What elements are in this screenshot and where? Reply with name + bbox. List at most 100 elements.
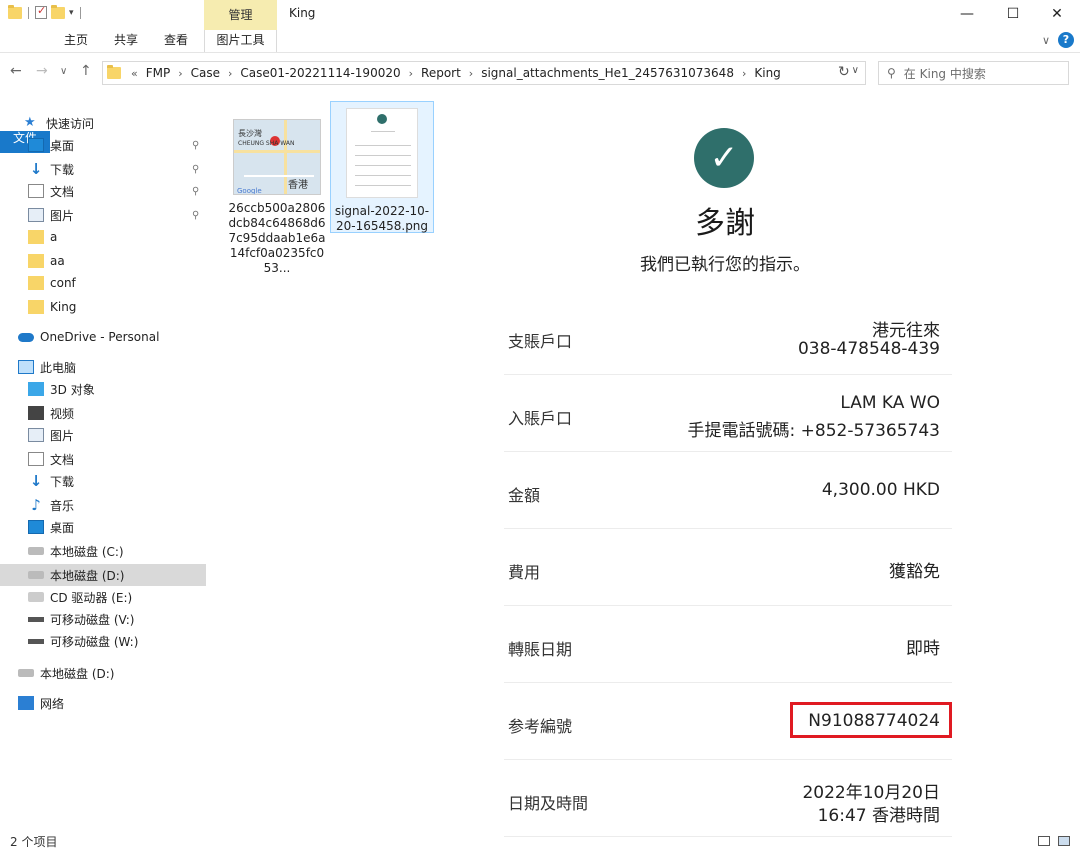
tab-home[interactable]: 主页	[54, 30, 98, 52]
file-item-signal-png[interactable]: signal-2022-10-20-165458.png	[330, 101, 434, 233]
pin-icon[interactable]: ⚲	[192, 186, 199, 197]
breadcrumb-chevron-icon[interactable]: ›	[738, 67, 750, 80]
breadcrumb-chevron-icon[interactable]: ›	[224, 67, 236, 80]
confirmation-title: 多謝	[695, 206, 755, 241]
sidebar-item[interactable]: King	[0, 296, 206, 318]
sidebar-item-label: conf	[50, 276, 76, 290]
back-arrow-icon[interactable]: ←	[10, 63, 22, 79]
sidebar-item-label: 桌面	[50, 520, 75, 535]
status-item-count: 2 个项目	[10, 835, 58, 849]
sidebar-item[interactable]: 图片 ⚲	[0, 204, 206, 226]
sidebar-item[interactable]: 此电脑	[0, 356, 206, 378]
properties-icon[interactable]	[35, 4, 47, 19]
detail-row: 日期及時間 2022年10月20日 16:47 香港時間	[504, 760, 952, 837]
cd-drive-icon	[28, 592, 44, 602]
title-bar: ▾ 管理 King — ☐ ✕	[0, 0, 1080, 30]
breadcrumb-item[interactable]: Case01-20221114-190020	[236, 66, 404, 80]
refresh-icon[interactable]: ↻	[838, 64, 850, 80]
forward-arrow-icon[interactable]: →	[36, 63, 48, 79]
sidebar-item[interactable]: aa	[0, 250, 206, 272]
sidebar-item[interactable]: 可移动磁盘 (W:)	[0, 630, 206, 652]
sidebar-item[interactable]: OneDrive - Personal	[0, 326, 206, 348]
address-dropdown-icon[interactable]: ∨	[852, 65, 859, 76]
check-thumbnail-icon	[377, 114, 387, 124]
sidebar-item[interactable]: 文档 ⚲	[0, 180, 206, 202]
sidebar-item-label: 本地磁盘 (C:)	[50, 544, 124, 559]
sidebar-item[interactable]: ♪ 音乐	[0, 494, 206, 516]
sidebar-item-label: 网络	[40, 696, 65, 711]
sidebar-item-label: a	[50, 230, 58, 244]
breadcrumb-item[interactable]: King	[750, 66, 784, 80]
sidebar-item[interactable]: ↓ 下载	[0, 470, 206, 492]
download-icon: ↓	[29, 472, 43, 490]
sidebar-item[interactable]: ↓ 下载 ⚲	[0, 158, 206, 180]
document-icon	[28, 184, 44, 198]
expand-ribbon-icon[interactable]: ∨	[1042, 34, 1050, 47]
file-item-map[interactable]: 長沙灣 CHEUNG SHA WAN 香港 Google 26ccb500a28…	[225, 101, 329, 276]
help-icon[interactable]: ?	[1058, 32, 1074, 48]
sidebar-item[interactable]: conf	[0, 272, 206, 294]
search-box[interactable]: ⚲ 在 King 中搜索	[878, 61, 1069, 85]
recent-locations-chevron-icon[interactable]: ∨	[60, 66, 67, 77]
sidebar-item-label: 图片	[50, 208, 75, 223]
map-road	[284, 120, 287, 194]
large-icons-view-icon[interactable]	[1058, 836, 1070, 846]
sidebar-item[interactable]: ★ 快速访问	[0, 112, 206, 134]
details-view-icon[interactable]	[1038, 836, 1050, 846]
manage-tab[interactable]: 管理	[204, 0, 277, 30]
sidebar-item-label: King	[50, 300, 77, 314]
address-bar[interactable]: « FMP › Case › Case01-20221114-190020 › Report…	[102, 61, 866, 85]
pin-icon[interactable]: ⚲	[192, 140, 199, 151]
sidebar-item[interactable]: 桌面 ⚲	[0, 134, 206, 156]
document-thumbnail	[346, 108, 418, 198]
overflow-chevron-icon[interactable]: «	[127, 67, 142, 80]
sidebar-item[interactable]: 桌面	[0, 516, 206, 538]
sidebar-item[interactable]: 3D 对象	[0, 378, 206, 400]
sidebar-item[interactable]: 文档	[0, 448, 206, 470]
sidebar-item[interactable]: 本地磁盘 (C:)	[0, 540, 206, 562]
tab-picture-tools[interactable]: 图片工具	[204, 30, 277, 52]
sidebar-item[interactable]: 本地磁盘 (D:)	[0, 662, 206, 684]
new-folder-icon[interactable]	[51, 4, 65, 19]
up-arrow-icon[interactable]: ↑	[80, 63, 92, 79]
breadcrumb-chevron-icon[interactable]: ›	[405, 67, 417, 80]
sidebar-item[interactable]: 可移动磁盘 (V:)	[0, 608, 206, 630]
maximize-button[interactable]: ☐	[990, 0, 1036, 30]
sidebar-item-label: CD 驱动器 (E:)	[50, 590, 133, 605]
close-button[interactable]: ✕	[1034, 0, 1080, 30]
detail-row: 金額 4,300.00 HKD	[504, 452, 952, 529]
tab-share[interactable]: 共享	[104, 30, 148, 52]
file-name: 26ccb500a2806dcb84c64868d67c95ddaab1e6a1…	[228, 201, 326, 275]
highlight-box	[790, 702, 952, 738]
detail-value-secondary: 16:47 香港時間	[817, 806, 940, 826]
customize-toolbar-icon[interactable]: ▾	[69, 8, 74, 18]
sidebar-item[interactable]: 网络	[0, 692, 206, 714]
sidebar-item[interactable]: a	[0, 226, 206, 248]
breadcrumb-chevron-icon[interactable]: ›	[174, 67, 186, 80]
navigation-pane: ★ 快速访问 桌面 ⚲ ↓ 下载 ⚲ 文档 ⚲ 图片 ⚲ a aa conf King OneDrive - …	[0, 108, 206, 828]
breadcrumb-item[interactable]: signal_attachments_He1_2457631073648	[477, 66, 738, 80]
map-label: 香港	[288, 180, 308, 191]
breadcrumb-item[interactable]: FMP	[142, 66, 175, 80]
tab-view[interactable]: 查看	[154, 30, 198, 52]
detail-value: 4,300.00 HKD	[821, 480, 940, 500]
success-check-icon: ✓	[694, 128, 754, 188]
confirmation-subtitle: 我們已執行您的指示。	[640, 255, 810, 275]
breadcrumb-item[interactable]: Case	[187, 66, 224, 80]
breadcrumb-item[interactable]: Report	[417, 66, 465, 80]
minimize-button[interactable]: —	[944, 0, 990, 30]
usb-drive-icon	[28, 638, 44, 644]
sidebar-item[interactable]: 本地磁盘 (D:)	[0, 564, 206, 586]
map-road	[244, 175, 314, 177]
map-label: Google	[237, 187, 262, 195]
folder-icon	[107, 65, 121, 79]
sidebar-item[interactable]: 视频	[0, 402, 206, 424]
sidebar-item[interactable]: 图片	[0, 424, 206, 446]
sidebar-item-label: 可移动磁盘 (W:)	[50, 634, 139, 649]
detail-row: 参考編號 N91088774024	[504, 683, 952, 760]
pin-icon[interactable]: ⚲	[192, 164, 199, 175]
download-icon: ↓	[29, 160, 43, 178]
sidebar-item[interactable]: CD 驱动器 (E:)	[0, 586, 206, 608]
breadcrumb-chevron-icon[interactable]: ›	[465, 67, 477, 80]
pin-icon[interactable]: ⚲	[192, 210, 199, 221]
